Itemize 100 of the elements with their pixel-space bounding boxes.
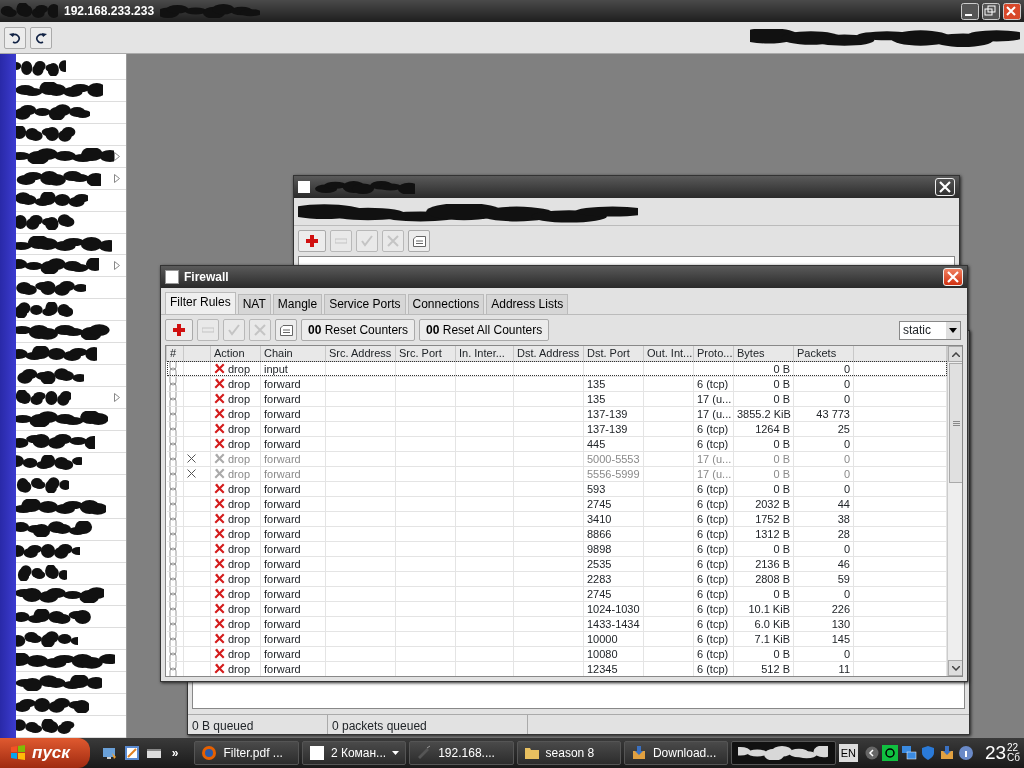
sidebar-item[interactable]: [16, 123, 126, 146]
drop-icon: [214, 513, 225, 524]
sidebar-item[interactable]: [16, 145, 126, 168]
column-header[interactable]: Src. Address: [325, 346, 396, 361]
table-row[interactable]: drop forward 135 17 (u... 0 B 0: [166, 391, 947, 406]
taskbar-button[interactable]: Download...: [623, 741, 729, 765]
column-header[interactable]: Src. Port: [395, 346, 456, 361]
table-row[interactable]: drop forward 445 6 (tcp) 0 B 0: [166, 436, 947, 451]
redo-button[interactable]: [30, 26, 52, 49]
sidebar-item[interactable]: [16, 409, 126, 431]
column-header[interactable]: Dst. Address: [513, 346, 584, 361]
table-row[interactable]: drop forward 3410 6 (tcp) 1752 B 38: [166, 511, 947, 526]
table-row[interactable]: drop forward 1433-1434 6 (tcp) 6.0 KiB 130: [166, 616, 947, 631]
taskbar-button[interactable]: 192.168....: [409, 741, 514, 765]
sidebar-item[interactable]: [16, 606, 126, 629]
taskbar-button[interactable]: season 8: [516, 741, 621, 765]
add-button[interactable]: [165, 319, 193, 341]
taskbar-button[interactable]: 2 Коман...: [301, 741, 407, 765]
network-icon[interactable]: [900, 745, 917, 761]
notepad-icon[interactable]: [123, 745, 140, 761]
sidebar-item[interactable]: [16, 628, 126, 651]
table-row[interactable]: drop forward 10000 6 (tcp) 7.1 KiB 145: [166, 631, 947, 646]
sidebar-item[interactable]: [16, 233, 126, 256]
terminal-icon: [416, 745, 433, 761]
table-cell: 6 (tcp): [693, 436, 734, 451]
computer-icon[interactable]: [101, 745, 118, 761]
table-row[interactable]: drop forward 10080 6 (tcp) 0 B 0: [166, 646, 947, 661]
column-header[interactable]: Packets: [793, 346, 854, 361]
sidebar-item[interactable]: [16, 255, 126, 278]
table-row[interactable]: drop forward 137-139 6 (tcp) 1264 B 25: [166, 421, 947, 436]
table-row[interactable]: drop forward 2535 6 (tcp) 2136 B 46: [166, 556, 947, 571]
sidebar-item[interactable]: [16, 584, 126, 607]
table-cell: 0 B: [733, 481, 794, 496]
table-row[interactable]: drop forward 12345 6 (tcp) 512 B 11: [166, 661, 947, 676]
sidebar-item[interactable]: [16, 672, 126, 695]
sidebar-item[interactable]: [16, 343, 126, 366]
tab[interactable]: Mangle: [272, 294, 323, 314]
sidebar-item[interactable]: [16, 299, 126, 322]
reset-button[interactable]: 00 Reset All Counters: [419, 319, 550, 341]
undo-button[interactable]: [4, 26, 26, 49]
tab[interactable]: Filter Rules: [165, 292, 236, 314]
tab[interactable]: Service Ports: [324, 294, 406, 314]
table-row[interactable]: drop forward 593 6 (tcp) 0 B 0: [166, 481, 947, 496]
sidebar-item[interactable]: [16, 365, 126, 388]
column-header[interactable]: Proto...: [693, 346, 734, 361]
table-row[interactable]: drop forward 137-139 17 (u... 3855.2 KiB 43 773: [166, 406, 947, 421]
info-icon[interactable]: [957, 745, 974, 761]
table-row[interactable]: drop input 0 B 0: [166, 361, 947, 376]
table-row[interactable]: drop forward 9898 6 (tcp) 0 B 0: [166, 541, 947, 556]
more-button[interactable]: »: [171, 744, 179, 762]
sidebar-item[interactable]: [16, 496, 126, 519]
column-header[interactable]: Chain: [260, 346, 326, 361]
rule-marker-icon: [168, 376, 177, 390]
table-row[interactable]: drop forward 2745 6 (tcp) 0 B 0: [166, 586, 947, 601]
column-header[interactable]: #: [166, 346, 184, 361]
sidebar-item[interactable]: [16, 518, 126, 541]
sidebar-item[interactable]: [16, 562, 126, 585]
column-header[interactable]: Out. Int...: [643, 346, 694, 361]
folder-icon: [523, 745, 540, 761]
sidebar-item[interactable]: [16, 321, 126, 344]
column-header[interactable]: Bytes: [733, 346, 794, 361]
table-row[interactable]: drop forward 1024-1030 6 (tcp) 10.1 KiB 226: [166, 601, 947, 616]
table-row[interactable]: drop forward 2283 6 (tcp) 2808 B 59: [166, 571, 947, 586]
restore-button[interactable]: [982, 2, 1000, 20]
sidebar-item[interactable]: [16, 650, 126, 673]
column-header[interactable]: In. Inter...: [455, 346, 514, 361]
start-button[interactable]: пуск: [0, 738, 90, 768]
download-icon[interactable]: [938, 745, 955, 761]
shield-icon[interactable]: [919, 745, 936, 761]
filter-dropdown[interactable]: static: [899, 320, 961, 340]
sidebar-item[interactable]: [16, 474, 126, 497]
language-indicator[interactable]: EN: [838, 743, 858, 763]
sidebar-item[interactable]: [16, 58, 126, 80]
taskbar-button[interactable]: [731, 741, 836, 765]
table-cell: forward: [260, 541, 326, 556]
close-button[interactable]: [1003, 2, 1021, 20]
sidebar-item[interactable]: [16, 79, 126, 102]
taskbar-button[interactable]: Filter.pdf ...: [194, 741, 299, 765]
drop-icon: [214, 498, 225, 509]
chat-icon[interactable]: [881, 745, 898, 761]
sidebar-item[interactable]: [16, 452, 126, 475]
table-row[interactable]: drop forward 8866 6 (tcp) 1312 B 28: [166, 526, 947, 541]
column-header[interactable]: Action: [210, 346, 261, 361]
add-button[interactable]: [298, 230, 326, 252]
tab[interactable]: Connections: [407, 294, 485, 314]
tab[interactable]: NAT: [237, 294, 271, 314]
sidebar-item[interactable]: [16, 387, 126, 409]
column-header[interactable]: Dst. Port: [583, 346, 644, 361]
tab[interactable]: Address Lists: [486, 294, 569, 314]
reset-button[interactable]: 00 Reset Counters: [301, 319, 416, 341]
scrollbar[interactable]: [947, 346, 962, 676]
table-row[interactable]: drop forward 2745 6 (tcp) 2032 B 44: [166, 496, 947, 511]
table-row[interactable]: drop forward 135 6 (tcp) 0 B 0: [166, 376, 947, 391]
minimize-button[interactable]: [961, 2, 979, 20]
table-cell: forward: [260, 406, 326, 421]
comment-button[interactable]: [275, 319, 297, 341]
sidebar-item[interactable]: [16, 101, 126, 124]
sidebar-item[interactable]: [16, 211, 126, 234]
comment-button[interactable]: [408, 230, 430, 252]
sidebar-item[interactable]: [16, 189, 126, 212]
